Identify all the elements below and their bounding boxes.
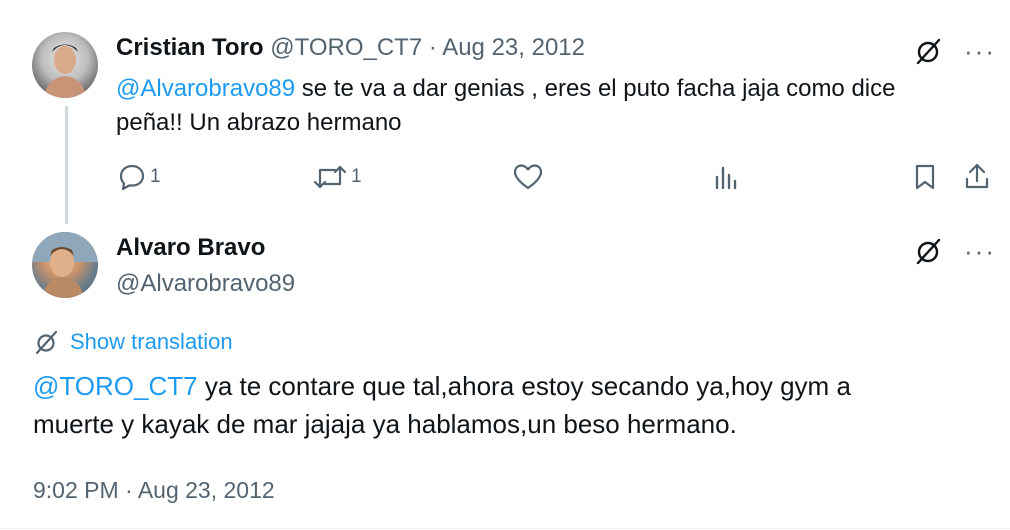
main-tweet-handle-row: @Alvarobravo89 [116, 270, 295, 298]
reply-text-line-2: peña!! Un abrazo hermano [116, 109, 402, 136]
reply-count: 1 [150, 166, 161, 187]
more-icon[interactable]: ··· [964, 38, 996, 64]
like-button[interactable] [513, 163, 543, 191]
main-tweet-text: @TORO_CT7 ya te contare que tal,ahora es… [33, 367, 993, 443]
bookmark-button[interactable] [913, 163, 937, 191]
avatar-cristian-toro[interactable] [32, 32, 98, 98]
main-text-part: ya te contare que tal,ahora estoy secand… [197, 371, 851, 401]
share-button[interactable] [963, 162, 991, 190]
avatar-photo-icon [44, 44, 86, 98]
avatar-photo-icon [32, 232, 98, 298]
views-icon [715, 166, 737, 190]
more-icon[interactable]: ··· [964, 238, 996, 264]
avatar-alvaro-bravo[interactable] [32, 232, 98, 298]
mention-link[interactable]: @Alvarobravo89 [116, 75, 295, 102]
grok-button[interactable] [913, 36, 945, 66]
translate-icon [35, 330, 58, 355]
author-handle[interactable]: @TORO_CT7 [270, 34, 422, 61]
show-translation-label: Show translation [70, 329, 233, 354]
share-icon [965, 163, 989, 189]
main-text-line-2: muerte y kayak de mar jajaja ya hablamos… [33, 409, 737, 439]
tweet-timestamp[interactable]: 9:02 PM · Aug 23, 2012 [33, 477, 275, 504]
reply-text-line-1: @Alvarobravo89 se te va a dar genias , e… [116, 72, 976, 106]
retweet-button[interactable]: 1 [313, 163, 362, 191]
reply-text-part: se te va a dar genias , eres el puto fac… [295, 75, 896, 102]
show-translation-link[interactable]: Show translation [34, 329, 233, 355]
tweet-date[interactable]: Aug 23, 2012 [442, 34, 585, 61]
views-button[interactable] [714, 164, 740, 190]
reply-tweet-header: Cristian Toro @TORO_CT7 · Aug 23, 2012 [116, 34, 585, 62]
mention-link[interactable]: @TORO_CT7 [33, 371, 198, 401]
reply-tweet-text: @Alvarobravo89 se te va a dar genias , e… [116, 72, 976, 140]
grok-icon [916, 38, 941, 65]
thread-line [65, 106, 68, 224]
grok-icon [916, 238, 941, 265]
retweet-icon [313, 165, 347, 189]
author-name[interactable]: Cristian Toro [116, 34, 264, 61]
retweet-count: 1 [351, 166, 362, 187]
header-separator: · [428, 34, 437, 61]
author-handle[interactable]: @Alvarobravo89 [116, 270, 295, 297]
author-name[interactable]: Alvaro Bravo [116, 234, 265, 261]
main-text-line-1: @TORO_CT7 ya te contare que tal,ahora es… [33, 367, 993, 405]
divider [0, 528, 1010, 529]
bookmark-icon [915, 164, 935, 190]
reply-icon [119, 164, 145, 191]
like-icon [513, 164, 543, 190]
reply-button[interactable]: 1 [118, 163, 161, 191]
grok-button[interactable] [913, 236, 945, 266]
main-tweet-author: Alvaro Bravo [116, 234, 265, 262]
